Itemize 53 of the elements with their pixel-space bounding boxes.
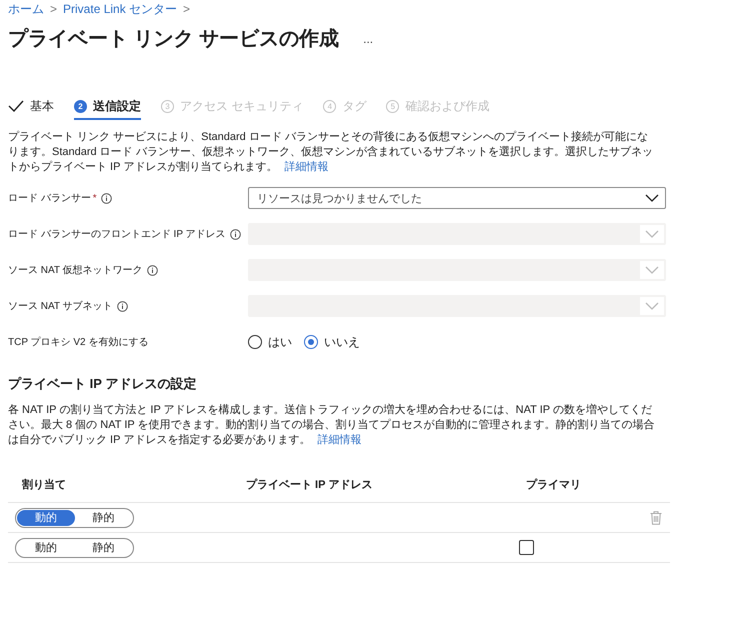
info-icon [230,228,241,240]
info-icon [116,300,128,312]
toggle-option[interactable]: 動的 [17,510,74,526]
toggle-option[interactable]: 静的 [74,510,132,526]
wizard-tab[interactable]: 基本 [8,94,54,120]
info-icon [100,192,112,204]
column-header: 割り当て [21,478,67,492]
dropdown-field[interactable]: リソースは見つかりませんでした [248,187,666,209]
tab-label: 基本 [30,98,54,114]
step-number: 3 [161,100,174,112]
segmented-toggle[interactable]: 動的 静的 [15,508,134,528]
toggle-option[interactable]: 静的 [74,540,132,556]
step-number: 4 [323,100,336,112]
step-number: 5 [386,100,400,112]
wizard-tab[interactable]: 2 送信設定 [74,94,141,120]
checkbox[interactable] [519,540,534,555]
tab-label: アクセス セキュリティ [180,98,304,114]
chevron-down-icon [645,302,659,310]
info-icon [146,264,158,276]
checkmark-icon [8,100,24,112]
column-header: プライマリ [525,478,582,492]
breadcrumb-separator: > [183,2,190,16]
step-number: 2 [74,100,87,112]
field-label: TCP プロキシ V2 を有効にする [8,336,148,349]
field-label: ソース NAT サブネット [8,300,113,313]
required-mark: * [92,192,97,204]
learn-more-link[interactable]: 詳細情報 [284,161,328,173]
radio-label: はい [268,334,292,350]
tab-label: タグ [342,98,366,114]
field-label: ロード バランサーのフロントエンド IP アドレス [8,228,226,241]
radio-button[interactable] [304,335,318,349]
breadcrumb-separator: > [50,2,58,16]
trash-icon[interactable] [650,510,662,524]
description-text: 各 NAT IP の割り当て方法と IP アドレスを構成します。送信トラフィックの増大を埋め合わせるには、NAT IP の数を増やしてください。最大 8 個の NAT IP を使用できます。動的割り当ての場合、割り当てプロセスが自動的に管理されます。静的割り当ての場合は自分でパブリック IP アドレスを指定する必要があります。 詳細情報 [8,403,656,448]
radio-button[interactable] [248,335,262,349]
description-text: プライベート リンク サービスにより、Standard ロード バランサーとその背後にある仮想マシンへのプライベート接続が可能になります。Standard ロード バランサー、仮想ネットワーク、仮想マシンが含まれているサブネットを選択します。選択したサブネットからプライベート IP アドレスが割り当てられます。 詳細情報 [8,130,654,175]
tab-label: 確認および作成 [405,98,490,114]
breadcrumb-link[interactable]: ホーム [8,0,44,18]
breadcrumb-link[interactable]: Private Link センター [63,0,178,18]
chevron-down-icon [645,266,659,274]
field-label: ソース NAT 仮想ネットワーク [8,264,143,277]
tab-label: 送信設定 [93,98,141,114]
chevron-down-icon [645,194,659,202]
column-header: プライベート IP アドレス [245,478,374,492]
field-label: ロード バランサー [8,192,91,205]
learn-more-link[interactable]: 詳細情報 [317,434,362,446]
chevron-down-icon [645,230,659,238]
page-title: プライベート リンク サービスの作成 [8,26,340,52]
more-button[interactable]: ... [361,32,376,46]
radio-label: いいえ [324,334,360,350]
segmented-toggle[interactable]: 動的 静的 [15,538,134,558]
toggle-option[interactable]: 動的 [17,540,74,556]
section-heading: プライベート IP アドレスの設定 [8,375,198,393]
